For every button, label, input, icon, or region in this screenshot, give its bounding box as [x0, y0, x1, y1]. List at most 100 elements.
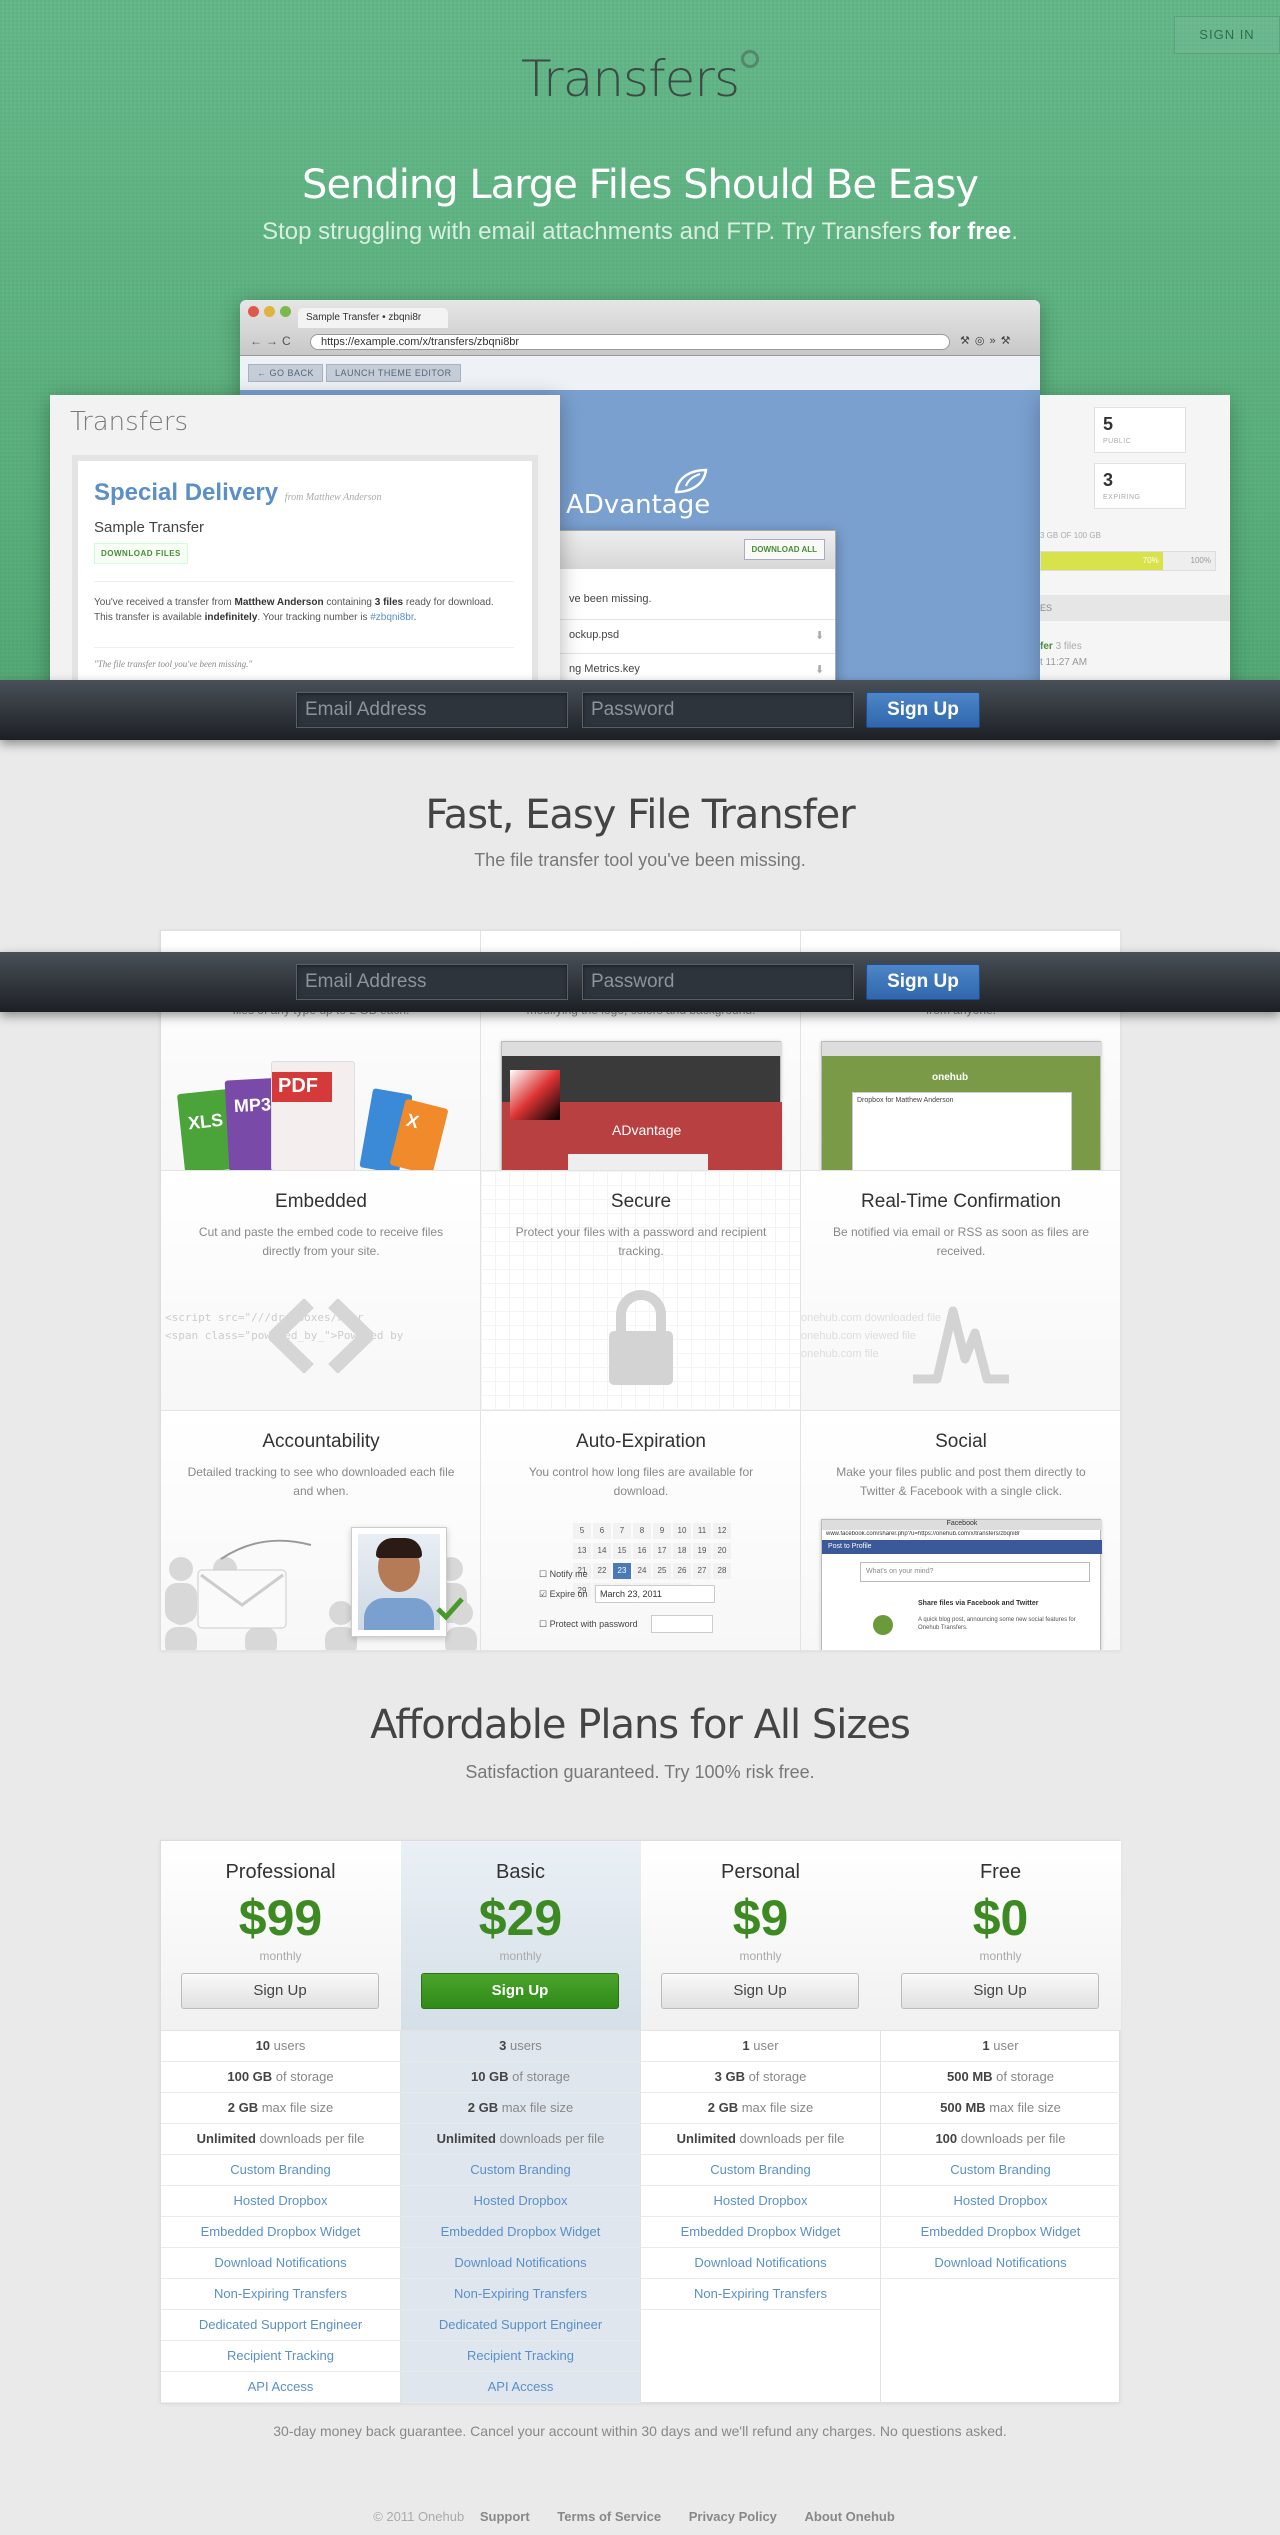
divider — [94, 647, 514, 648]
browser-url-bar: https://example.com/x/transfers/zbqni8br — [310, 334, 950, 350]
facebook-share-title: Share files via Facebook and Twitter — [918, 1600, 1039, 1607]
plan-feature[interactable]: Hosted Dropbox — [881, 2186, 1120, 2217]
browser-tools-icon: ⚒◎»⚒ — [960, 335, 1016, 347]
plan-limit-row: 100 GB of storage — [161, 2062, 400, 2093]
calendar-day: 7 — [613, 1523, 631, 1539]
plan-limit-row: 500 MB max file size — [881, 2093, 1120, 2124]
plan-limit-row: 100 downloads per file — [881, 2124, 1120, 2155]
file-panel-intro: ve been missing. — [569, 593, 652, 605]
feature-description: Make your files public and post them dir… — [836, 1465, 1086, 1498]
plan-feature[interactable]: Custom Branding — [641, 2155, 880, 2186]
stat-expiring: 3 EXPIRING — [1094, 463, 1186, 509]
plan-feature[interactable]: API Access — [161, 2372, 400, 2403]
plan-feature[interactable]: Hosted Dropbox — [641, 2186, 880, 2217]
plan-sign-up-button[interactable]: Sign Up — [181, 1973, 379, 2009]
file-panel-header: DOWNLOAD ALL — [559, 531, 835, 569]
plan-feature[interactable]: Recipient Tracking — [161, 2341, 400, 2372]
transfer-tagline: "The file transfer tool you've been miss… — [94, 659, 253, 669]
plan-feature[interactable]: Download Notifications — [161, 2248, 400, 2279]
transfer-name: Sample Transfer — [94, 519, 205, 536]
plan-price: $0 — [972, 1890, 1029, 1946]
plan-feature[interactable]: Non-Expiring Transfers — [401, 2279, 640, 2310]
plan-feature[interactable]: Dedicated Support Engineer — [161, 2310, 400, 2341]
plan-feature[interactable]: Download Notifications — [641, 2248, 880, 2279]
plan-sign-up-button[interactable]: Sign Up — [421, 1973, 619, 2009]
sign-up-button[interactable]: Sign Up — [866, 692, 980, 728]
plan-feature[interactable]: API Access — [401, 2372, 640, 2403]
password-input[interactable]: Password — [582, 964, 854, 1000]
plan-feature[interactable]: Custom Branding — [401, 2155, 640, 2186]
plan-feature[interactable]: Dedicated Support Engineer — [401, 2310, 640, 2341]
dropbox-form: Dropbox for Matthew Anderson — [852, 1092, 1072, 1170]
feature-title: Social — [935, 1431, 987, 1452]
sign-in-button[interactable]: SIGN IN — [1174, 16, 1280, 54]
stat-value: 5 — [1103, 414, 1114, 434]
plan-feature[interactable]: Non-Expiring Transfers — [161, 2279, 400, 2310]
calendar-day: 19 — [693, 1543, 711, 1559]
plan-name: Free — [979, 1861, 1022, 1883]
limit-label: users — [270, 2038, 306, 2053]
password-input[interactable]: Password — [582, 692, 854, 728]
plan-period: monthly — [979, 1949, 1022, 1963]
msg-tracking: #zbqni8br — [370, 612, 414, 623]
site-logo[interactable]: Transfers — [0, 50, 1280, 108]
footer-link-support[interactable]: Support — [480, 2509, 530, 2524]
plan-feature[interactable]: Download Notifications — [401, 2248, 640, 2279]
plan-limit-row: 2 GB max file size — [161, 2093, 400, 2124]
plan-feature[interactable]: Custom Branding — [161, 2155, 400, 2186]
calendar-day: 8 — [633, 1523, 651, 1539]
footer: © 2011 Onehub Support Terms of Service P… — [0, 2509, 1280, 2524]
facebook-status-input: What's on your mind? — [860, 1562, 1090, 1582]
plan-feature[interactable]: Hosted Dropbox — [401, 2186, 640, 2217]
plan-sign-up-button[interactable]: Sign Up — [661, 1973, 859, 2009]
calendar-day: 20 — [713, 1543, 731, 1559]
plan-feature[interactable]: Embedded Dropbox Widget — [401, 2217, 640, 2248]
plan-feature[interactable]: Embedded Dropbox Widget — [881, 2217, 1120, 2248]
lock-icon — [609, 1290, 673, 1385]
footer-link-terms[interactable]: Terms of Service — [557, 2509, 661, 2524]
limit-value: Unlimited — [436, 2131, 496, 2146]
expire-date-field: March 23, 2011 — [595, 1585, 715, 1603]
plan-limit-row: 1 user — [881, 2031, 1120, 2062]
calendar-day: 25 — [653, 1563, 671, 1579]
checkmark-icon — [436, 1597, 464, 1621]
logo-text: Transfers — [520, 50, 740, 108]
email-input[interactable]: Email Address — [296, 964, 568, 1000]
footer-link-privacy[interactable]: Privacy Policy — [689, 2509, 777, 2524]
go-back-button: ← GO BACK — [248, 364, 324, 382]
plan-feature[interactable]: Recipient Tracking — [401, 2341, 640, 2372]
plan-feature[interactable]: Embedded Dropbox Widget — [161, 2217, 400, 2248]
msg-text: . — [413, 612, 417, 623]
protect-label: Protect with password — [549, 1619, 638, 1629]
limit-label: of storage — [508, 2069, 570, 2084]
plan-feature[interactable]: Non-Expiring Transfers — [641, 2279, 880, 2310]
code-brackets-icon — [269, 1299, 373, 1373]
plan-feature[interactable]: Hosted Dropbox — [161, 2186, 400, 2217]
hero-section: SIGN IN Transfers Sending Large Files Sh… — [0, 0, 1280, 740]
feature-secure: Secure Protect your files with a passwor… — [481, 1171, 801, 1411]
code-text: <script src="// — [165, 1311, 265, 1324]
email-input[interactable]: Email Address — [296, 692, 568, 728]
limit-label: downloads per file — [495, 2131, 605, 2146]
close-dot-icon — [248, 306, 259, 317]
plan-feature[interactable]: Embedded Dropbox Widget — [641, 2217, 880, 2248]
plan-feature[interactable]: Download Notifications — [881, 2248, 1120, 2279]
facebook-share-screenshot: Facebook www.facebook.com/sharer.php?u=h… — [821, 1519, 1102, 1650]
notify-label: Notify me — [549, 1569, 588, 1579]
sign-up-button[interactable]: Sign Up — [866, 964, 980, 1000]
stat-label: PUBLIC — [1103, 438, 1132, 445]
plan-feature[interactable]: Custom Branding — [881, 2155, 1120, 2186]
launch-theme-editor-button: LAUNCH THEME EDITOR — [326, 364, 461, 382]
file-row: ng Metrics.key — [569, 663, 640, 675]
limit-value: 3 GB — [714, 2069, 745, 2084]
transfer-from: from Matthew Anderson — [284, 492, 382, 503]
features-title: Fast, Easy File Transfer — [425, 792, 855, 838]
msg-text: containing — [323, 597, 375, 608]
plan-limit-row: Unlimited downloads per file — [161, 2124, 400, 2155]
stat-value: 3 — [1103, 470, 1114, 490]
notify-checkbox: ☐ Notify me — [539, 1569, 588, 1579]
footer-link-about[interactable]: About Onehub — [805, 2509, 895, 2524]
plan-sign-up-button[interactable]: Sign Up — [901, 1973, 1099, 2009]
plan-limit-row: Unlimited downloads per file — [401, 2124, 640, 2155]
pricing-title: Affordable Plans for All Sizes — [370, 1702, 911, 1748]
